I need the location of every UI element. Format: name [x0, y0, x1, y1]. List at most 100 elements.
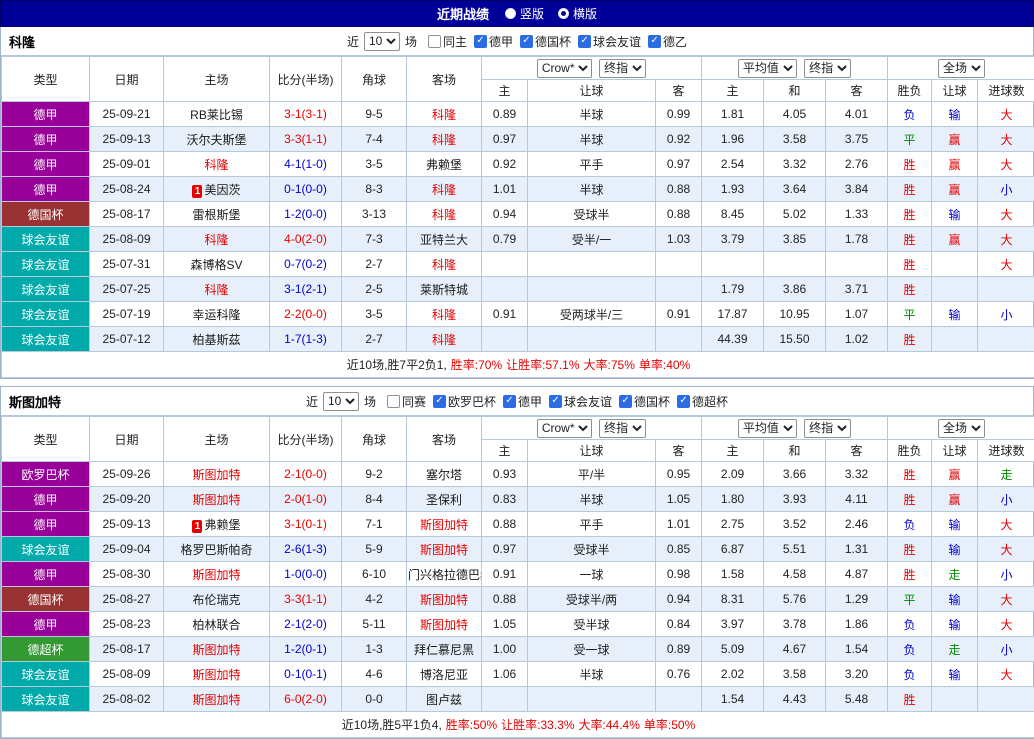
home-team[interactable]: 科隆 [164, 152, 270, 177]
home-team[interactable]: 森博格SV [164, 252, 270, 277]
score[interactable]: 2-1(0-0) [270, 462, 342, 487]
score[interactable]: 4-1(1-0) [270, 152, 342, 177]
filter-checkbox[interactable]: ✓德甲 [503, 393, 542, 410]
fulltime-select[interactable]: 全场 [938, 419, 985, 438]
away-team[interactable]: 科隆 [407, 327, 482, 352]
score[interactable]: 2-2(0-0) [270, 302, 342, 327]
home-team[interactable]: 斯图加特 [164, 462, 270, 487]
match-date: 25-08-17 [90, 202, 164, 227]
odds-company-select[interactable]: Crow* [537, 419, 592, 438]
away-team[interactable]: 莱斯特城 [407, 277, 482, 302]
filter-checkbox[interactable]: ✓欧罗巴杯 [433, 393, 496, 410]
away-team[interactable]: 斯图加特 [407, 612, 482, 637]
away-team[interactable]: 拜仁慕尼黑 [407, 637, 482, 662]
score[interactable]: 1-2(0-0) [270, 202, 342, 227]
filter-checkbox[interactable]: 同赛 [387, 393, 426, 410]
odds-final-select[interactable]: 终指 [599, 59, 646, 78]
match-count-select[interactable]: 10 [323, 392, 359, 411]
away-team[interactable]: 科隆 [407, 202, 482, 227]
away-team[interactable]: 塞尔塔 [407, 462, 482, 487]
avg-home: 1.79 [702, 277, 764, 302]
odds-handicap: 受球半 [528, 202, 656, 227]
score[interactable]: 4-0(2-0) [270, 227, 342, 252]
fulltime-select[interactable]: 全场 [938, 59, 985, 78]
away-team[interactable]: 弗赖堡 [407, 152, 482, 177]
filter-checkbox[interactable]: 同主 [428, 33, 467, 50]
home-team[interactable]: 幸运科隆 [164, 302, 270, 327]
score[interactable]: 3-1(0-1) [270, 512, 342, 537]
home-team[interactable]: RB莱比锡 [164, 102, 270, 127]
home-team[interactable]: 1美因茨 [164, 177, 270, 202]
home-team[interactable]: 布伦瑞克 [164, 587, 270, 612]
radio-vertical-layout[interactable]: 竖版 [505, 5, 544, 22]
score[interactable]: 2-1(2-0) [270, 612, 342, 637]
section-header: 斯图加特 近 10 场 同赛✓欧罗巴杯✓德甲✓球会友谊✓德国杯✓德超杯 [1, 387, 1033, 416]
home-team[interactable]: 柏林联合 [164, 612, 270, 637]
match-row: 德国杯25-08-17雷根斯堡1-2(0-0)3-13科隆0.94受球半0.88… [2, 202, 1034, 227]
away-team[interactable]: 科隆 [407, 102, 482, 127]
away-team[interactable]: 科隆 [407, 302, 482, 327]
score[interactable]: 0-1(0-1) [270, 662, 342, 687]
away-team[interactable]: 科隆 [407, 127, 482, 152]
filter-checkbox[interactable]: ✓德国杯 [520, 33, 571, 50]
score[interactable]: 3-1(2-1) [270, 277, 342, 302]
score[interactable]: 2-6(1-3) [270, 537, 342, 562]
home-team[interactable]: 雷根斯堡 [164, 202, 270, 227]
home-team[interactable]: 1弗赖堡 [164, 512, 270, 537]
score[interactable]: 6-0(2-0) [270, 687, 342, 712]
score[interactable]: 3-1(3-1) [270, 102, 342, 127]
home-team[interactable]: 沃尔夫斯堡 [164, 127, 270, 152]
home-team[interactable]: 格罗巴斯帕奇 [164, 537, 270, 562]
score[interactable]: 2-0(1-0) [270, 487, 342, 512]
euro-average-select[interactable]: 平均值 [738, 59, 797, 78]
radio-horizontal-layout[interactable]: 横版 [558, 5, 597, 22]
avg-away: 1.54 [826, 637, 888, 662]
away-team[interactable]: 圣保利 [407, 487, 482, 512]
euro-average-select[interactable]: 平均值 [738, 419, 797, 438]
fulltime-select-group: 全场 [888, 57, 1034, 80]
filter-checkbox[interactable]: ✓德国杯 [619, 393, 670, 410]
away-team[interactable]: 科隆 [407, 177, 482, 202]
handicap-result: 输 [932, 102, 978, 127]
odds-home [482, 327, 528, 352]
home-team[interactable]: 斯图加特 [164, 637, 270, 662]
away-team[interactable]: 博洛尼亚 [407, 662, 482, 687]
filter-checkbox[interactable]: ✓德乙 [648, 33, 687, 50]
home-team[interactable]: 斯图加特 [164, 687, 270, 712]
score[interactable]: 3-3(1-1) [270, 127, 342, 152]
score[interactable]: 1-2(0-1) [270, 637, 342, 662]
red-card-icon: 1 [192, 185, 202, 198]
home-team[interactable]: 柏基斯茲 [164, 327, 270, 352]
score[interactable]: 1-7(1-3) [270, 327, 342, 352]
home-team[interactable]: 科隆 [164, 277, 270, 302]
odds-company-select[interactable]: Crow* [537, 59, 592, 78]
euro-final-select[interactable]: 终指 [804, 419, 851, 438]
away-team[interactable]: 门兴格拉德巴赫 [407, 562, 482, 587]
filter-checkbox[interactable]: ✓球会友谊 [549, 393, 612, 410]
away-team[interactable]: 斯图加特 [407, 537, 482, 562]
home-team[interactable]: 斯图加特 [164, 562, 270, 587]
away-team[interactable]: 图卢兹 [407, 687, 482, 712]
filter-checkbox[interactable]: ✓德超杯 [677, 393, 728, 410]
league-type-badge: 欧罗巴杯 [2, 462, 90, 487]
score[interactable]: 3-3(1-1) [270, 587, 342, 612]
score[interactable]: 1-0(0-0) [270, 562, 342, 587]
away-team[interactable]: 科隆 [407, 252, 482, 277]
match-date: 25-08-17 [90, 637, 164, 662]
col-date: 日期 [90, 57, 164, 102]
score[interactable]: 0-7(0-2) [270, 252, 342, 277]
away-team[interactable]: 斯图加特 [407, 512, 482, 537]
euro-final-select[interactable]: 终指 [804, 59, 851, 78]
filter-checkbox[interactable]: ✓球会友谊 [578, 33, 641, 50]
filter-checkbox[interactable]: ✓德甲 [474, 33, 513, 50]
match-count-select[interactable]: 10 [364, 32, 400, 51]
home-team[interactable]: 斯图加特 [164, 487, 270, 512]
home-team[interactable]: 科隆 [164, 227, 270, 252]
league-type-badge: 德国杯 [2, 202, 90, 227]
avg-home: 2.02 [702, 662, 764, 687]
odds-final-select[interactable]: 终指 [599, 419, 646, 438]
away-team[interactable]: 亚特兰大 [407, 227, 482, 252]
home-team[interactable]: 斯图加特 [164, 662, 270, 687]
away-team[interactable]: 斯图加特 [407, 587, 482, 612]
score[interactable]: 0-1(0-0) [270, 177, 342, 202]
